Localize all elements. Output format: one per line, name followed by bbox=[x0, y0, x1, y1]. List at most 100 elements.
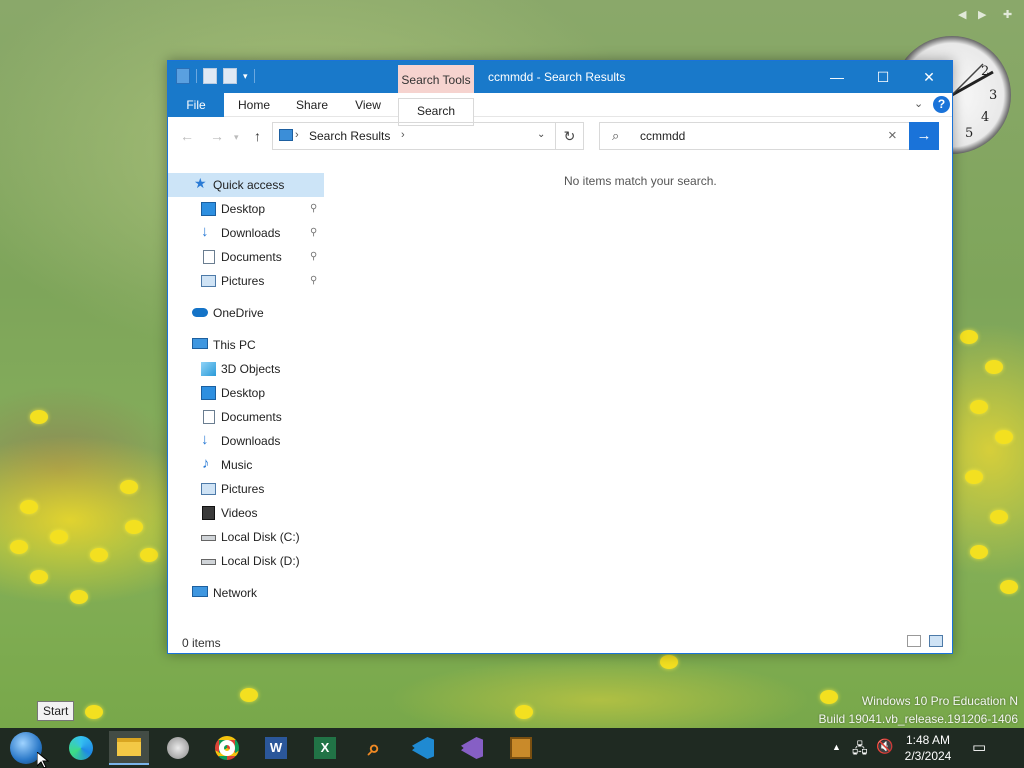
taskbar-visual-studio[interactable] bbox=[452, 731, 492, 765]
nav-item-pictures-pinned[interactable]: Pictures ⚲ bbox=[168, 269, 324, 293]
document-icon bbox=[203, 410, 215, 424]
address-bar[interactable]: › Search Results › ⌄ bbox=[272, 122, 556, 150]
forward-arrow-icon[interactable]: → bbox=[210, 128, 224, 144]
taskbar-app[interactable] bbox=[158, 731, 198, 765]
breadcrumb-search-results[interactable]: Search Results bbox=[309, 129, 390, 143]
help-button[interactable]: ? bbox=[933, 96, 950, 113]
clear-search-icon[interactable]: × bbox=[888, 127, 897, 144]
nav-item-onedrive[interactable]: OneDrive bbox=[168, 301, 324, 325]
search-results-location-icon bbox=[279, 129, 293, 141]
close-button[interactable]: ✕ bbox=[906, 61, 952, 93]
nav-item-label: Music bbox=[221, 458, 253, 472]
pictures-icon bbox=[201, 483, 216, 495]
nav-item-local-disk-c[interactable]: Local Disk (C:) bbox=[168, 525, 324, 549]
tab-home[interactable]: Home bbox=[226, 93, 282, 117]
nav-item-local-disk-d[interactable]: Local Disk (D:) bbox=[168, 549, 324, 573]
nav-item-desktop[interactable]: Desktop bbox=[168, 381, 324, 405]
nav-item-label: Local Disk (D:) bbox=[221, 554, 300, 568]
nav-item-downloads-pinned[interactable]: ↓ Downloads ⚲ bbox=[168, 221, 324, 245]
maximize-button[interactable]: ☐ bbox=[860, 61, 906, 93]
word-icon: W bbox=[265, 737, 287, 759]
tab-file[interactable]: File bbox=[168, 93, 224, 117]
window-title: ccmmdd - Search Results bbox=[488, 70, 626, 84]
pin-icon[interactable]: ⚲ bbox=[310, 245, 317, 269]
tab-share[interactable]: Share bbox=[284, 93, 340, 117]
gadget-add-icon[interactable]: ✚ bbox=[1003, 8, 1012, 21]
action-center-icon[interactable]: ▭ bbox=[972, 738, 986, 756]
nav-item-pictures[interactable]: Pictures bbox=[168, 477, 324, 501]
nav-item-videos[interactable]: Videos bbox=[168, 501, 324, 525]
expand-ribbon-icon[interactable]: ⌄ bbox=[914, 97, 923, 110]
folder-icon bbox=[117, 738, 141, 756]
address-history-dropdown-icon[interactable]: ⌄ bbox=[537, 129, 545, 140]
navigation-pane: ★ Quick access Desktop ⚲ ↓ Downloads ⚲ D… bbox=[168, 171, 326, 631]
nav-item-label: Local Disk (C:) bbox=[221, 530, 300, 544]
toolbar-separator bbox=[253, 69, 255, 83]
refresh-button[interactable]: ↻ bbox=[556, 122, 584, 150]
excel-icon: X bbox=[314, 737, 336, 759]
pin-icon[interactable]: ⚲ bbox=[310, 269, 317, 293]
network-status-icon[interactable]: 🖧 bbox=[852, 738, 868, 762]
empty-results-message: No items match your search. bbox=[564, 174, 717, 188]
nav-item-label: Videos bbox=[221, 506, 258, 520]
toolbar-separator bbox=[196, 69, 197, 83]
nav-item-this-pc[interactable]: This PC bbox=[168, 333, 324, 357]
file-explorer-window: ▾ Search Tools ccmmdd - Search Results —… bbox=[167, 60, 953, 654]
pin-icon[interactable]: ⚲ bbox=[310, 197, 317, 221]
recent-locations-icon[interactable]: ▾ bbox=[234, 132, 239, 143]
clock-time: 1:48 AM bbox=[905, 733, 951, 747]
taskbar-vscode[interactable] bbox=[403, 731, 443, 765]
taskbar-app-grid[interactable] bbox=[501, 731, 541, 765]
search-input[interactable]: ccmmdd bbox=[640, 129, 685, 143]
taskbar-word[interactable]: W bbox=[256, 731, 296, 765]
vscode-icon bbox=[412, 737, 434, 759]
clock-date: 2/3/2024 bbox=[904, 749, 952, 763]
nav-item-documents-pinned[interactable]: Documents ⚲ bbox=[168, 245, 324, 269]
new-folder-icon[interactable] bbox=[223, 68, 237, 84]
navigation-bar: ← → ▾ ↑ › Search Results › ⌄ ↻ ⌕ ccmmdd … bbox=[168, 117, 952, 155]
nav-item-3d-objects[interactable]: 3D Objects bbox=[168, 357, 324, 381]
taskbar-edge[interactable] bbox=[61, 731, 101, 765]
nav-item-desktop-pinned[interactable]: Desktop ⚲ bbox=[168, 197, 324, 221]
up-arrow-icon[interactable]: ↑ bbox=[254, 128, 261, 144]
pictures-icon bbox=[201, 275, 216, 287]
computer-icon bbox=[192, 338, 208, 349]
nav-item-label: 3D Objects bbox=[221, 362, 281, 376]
nav-item-documents[interactable]: Documents bbox=[168, 405, 324, 429]
taskbar-chrome[interactable] bbox=[207, 731, 247, 765]
breadcrumb-separator[interactable]: › bbox=[401, 129, 405, 141]
gadget-next-icon[interactable]: ▶ bbox=[978, 8, 986, 21]
customize-toolbar-icon[interactable]: ▾ bbox=[243, 71, 248, 82]
magnifier-icon: ⌕ bbox=[367, 735, 381, 760]
item-count: 0 items bbox=[182, 636, 221, 650]
pin-icon[interactable]: ⚲ bbox=[310, 221, 317, 245]
back-arrow-icon[interactable]: ← bbox=[180, 128, 194, 144]
title-bar[interactable]: ▾ Search Tools ccmmdd - Search Results —… bbox=[168, 61, 952, 93]
search-box[interactable]: ⌕ ccmmdd × bbox=[599, 122, 910, 150]
properties-icon[interactable] bbox=[203, 68, 217, 84]
nav-item-music[interactable]: ♪ Music bbox=[168, 453, 324, 477]
nav-item-quick-access[interactable]: ★ Quick access bbox=[168, 173, 324, 197]
search-go-button[interactable]: → bbox=[909, 122, 939, 150]
grid-app-icon bbox=[510, 737, 532, 759]
chrome-icon bbox=[215, 736, 239, 760]
gadget-prev-icon[interactable]: ◀ bbox=[958, 8, 966, 21]
nav-item-label: Pictures bbox=[221, 274, 265, 288]
volume-muted-icon[interactable]: 🔇 bbox=[876, 738, 893, 755]
music-icon: ♪ bbox=[202, 455, 210, 472]
taskbar-excel[interactable]: X bbox=[305, 731, 345, 765]
minimize-button[interactable]: — bbox=[814, 61, 860, 93]
tab-view[interactable]: View bbox=[340, 93, 396, 117]
show-hidden-icons-icon[interactable]: ▲ bbox=[832, 742, 841, 752]
folder-window-icon bbox=[176, 68, 190, 84]
taskbar-file-explorer[interactable] bbox=[109, 731, 149, 765]
taskbar-search-tool[interactable]: ⌕ bbox=[354, 731, 394, 765]
os-edition-watermark: Windows 10 Pro Education N bbox=[861, 694, 1018, 708]
nav-item-downloads[interactable]: ↓ Downloads bbox=[168, 429, 324, 453]
nav-item-network[interactable]: Network bbox=[168, 581, 324, 605]
nav-item-label: Network bbox=[213, 586, 258, 600]
taskbar-clock[interactable]: 1:48 AM 2/3/2024 bbox=[896, 732, 960, 764]
star-icon: ★ bbox=[194, 175, 207, 191]
large-icons-view-icon[interactable] bbox=[929, 635, 943, 647]
details-view-icon[interactable] bbox=[907, 635, 921, 647]
